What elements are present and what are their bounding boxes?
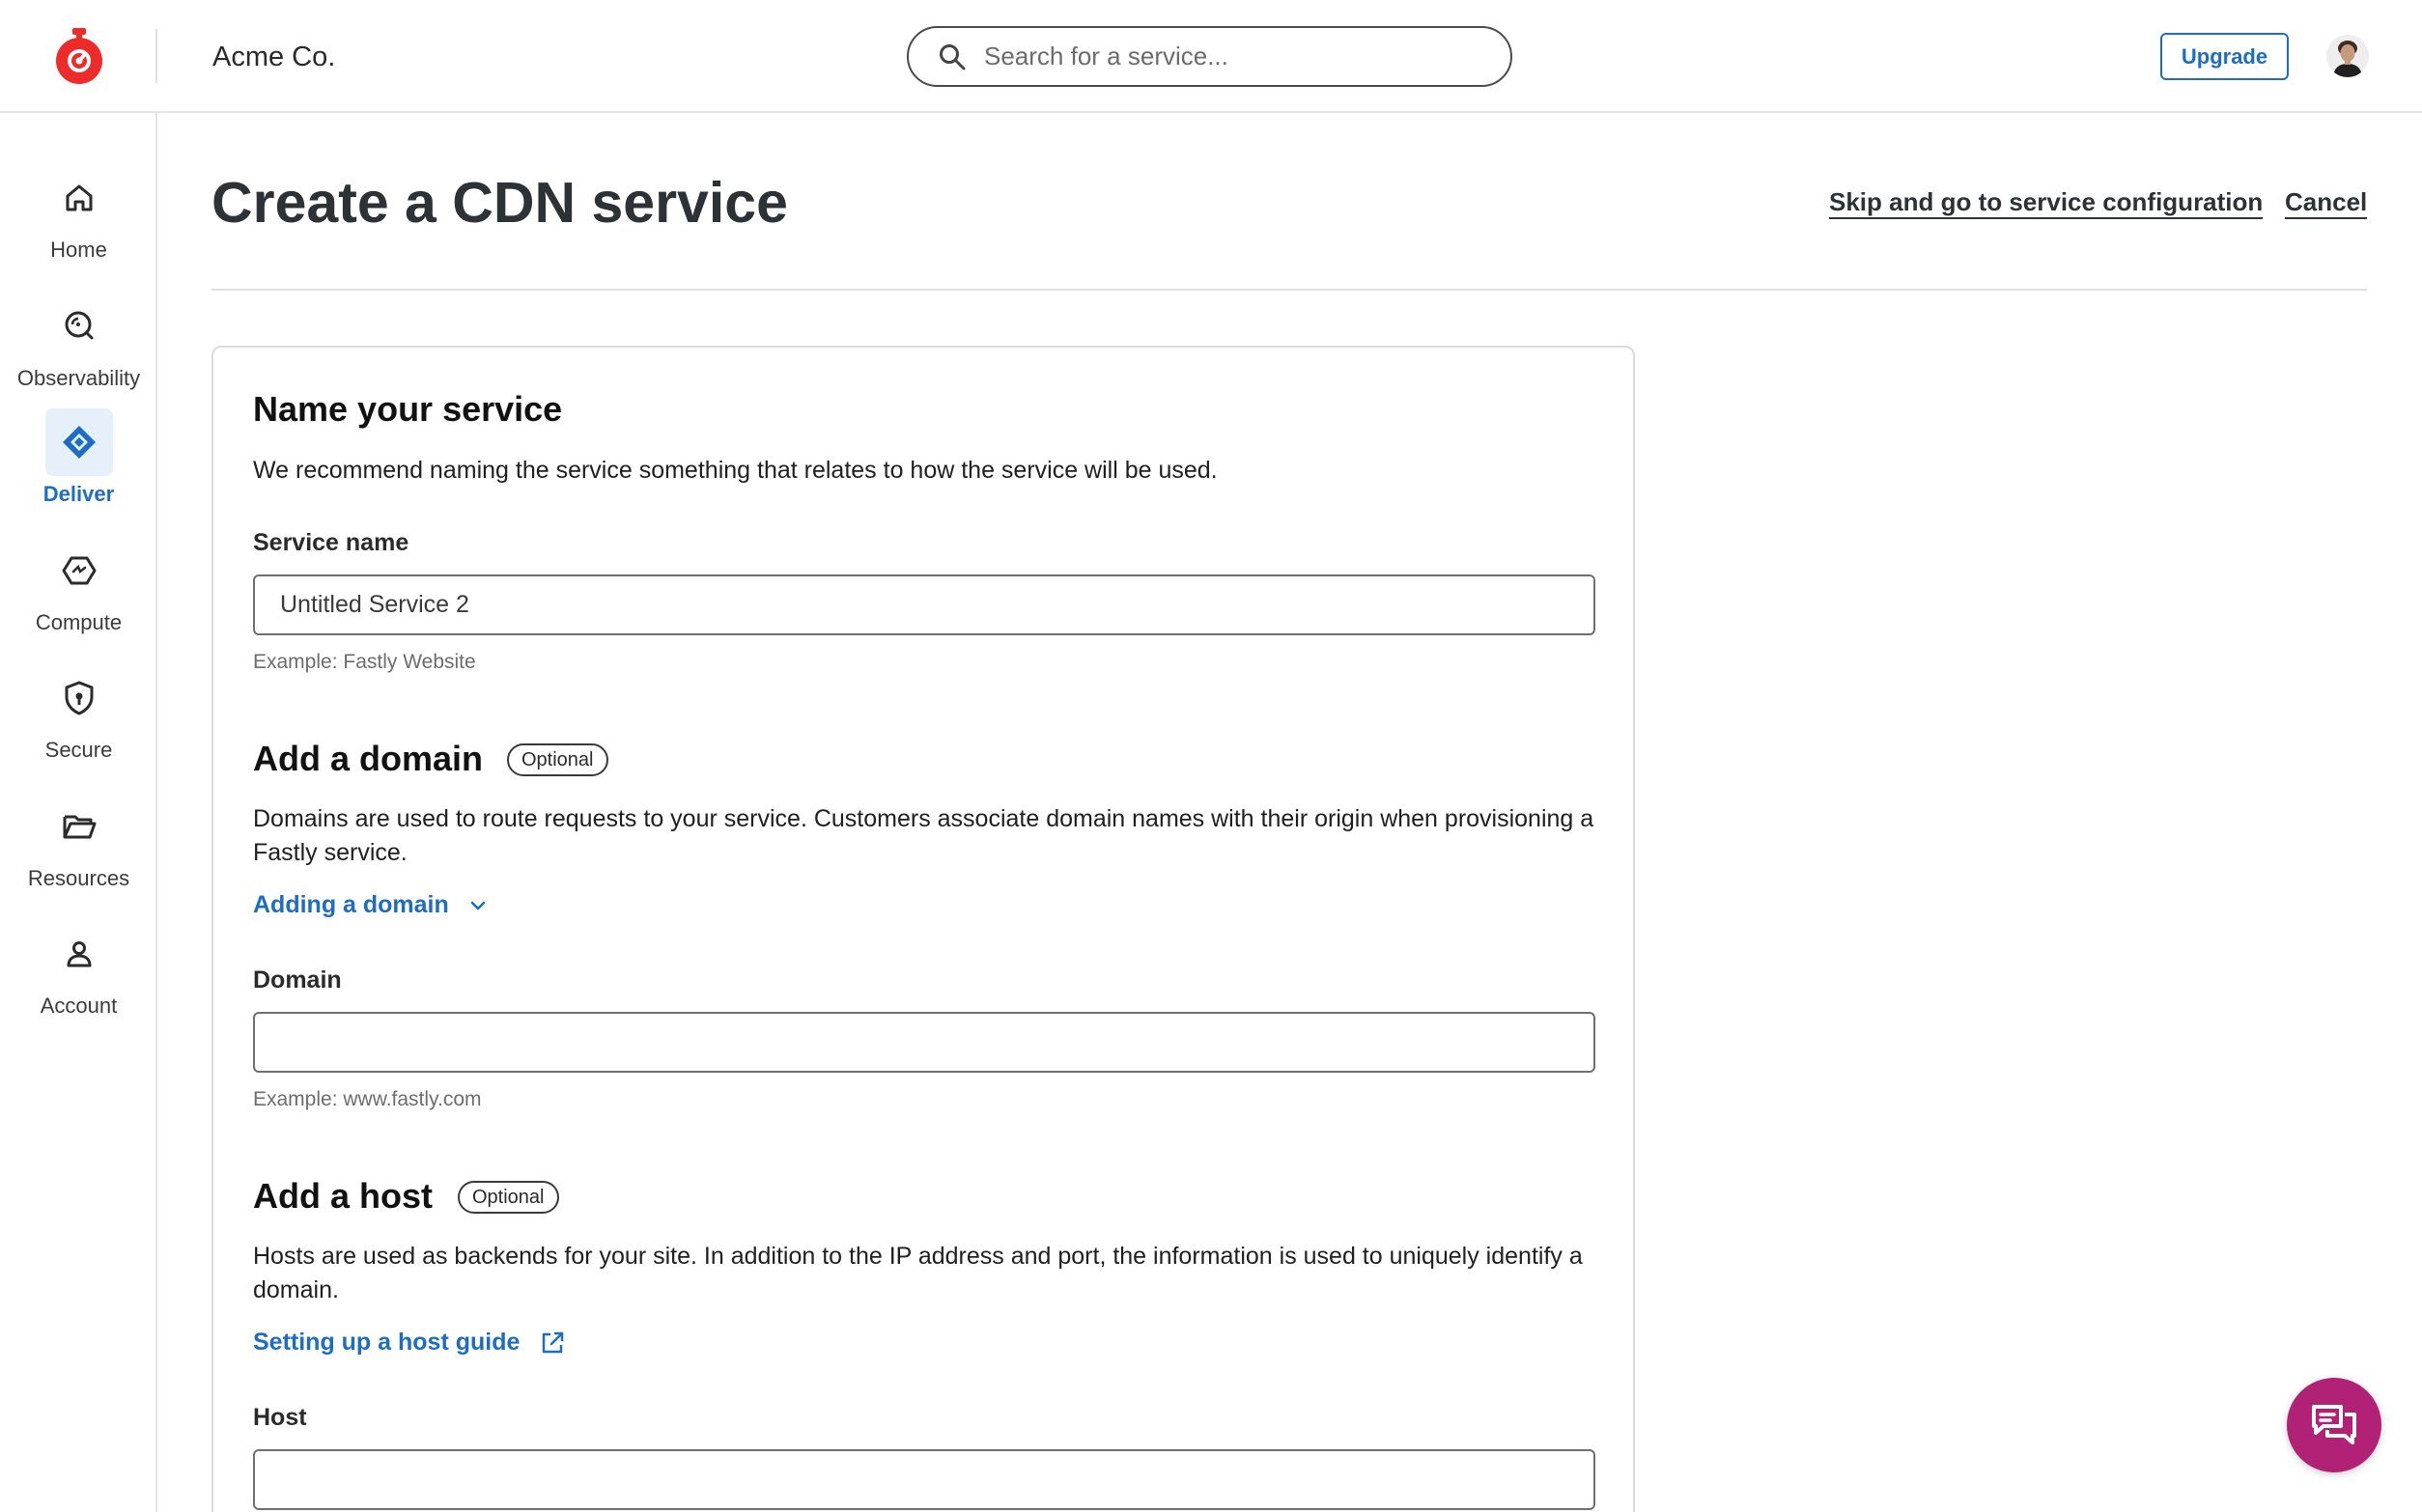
domain-hint: Example: www.fastly.com — [253, 1088, 482, 1110]
service-name-label: Service name — [253, 529, 409, 556]
chat-icon — [2312, 1405, 2356, 1444]
optional-badge: Optional — [458, 1181, 559, 1214]
sidebar-item-compute[interactable]: Compute — [0, 537, 157, 643]
sidebar-item-label: Account — [40, 994, 118, 1018]
host-guide-link[interactable]: Setting up a host guide — [253, 1329, 566, 1357]
domain-input[interactable] — [253, 1012, 1595, 1073]
fastly-logo-icon[interactable] — [52, 28, 106, 84]
sidebar-item-label: Home — [50, 238, 107, 262]
host-guide-label: Setting up a host guide — [253, 1329, 521, 1356]
observability-icon — [45, 293, 113, 360]
top-bar: Acme Co. Search for a service... Upgrade — [0, 0, 2422, 113]
topbar-divider — [155, 29, 157, 83]
sidebar-item-label: Secure — [44, 738, 113, 762]
deliver-icon — [44, 408, 113, 476]
host-input[interactable] — [253, 1449, 1595, 1510]
optional-badge: Optional — [507, 743, 608, 776]
sidebar-item-label: Observability — [16, 366, 141, 390]
sidebar-item-label: Resources — [27, 866, 130, 890]
user-avatar[interactable] — [2326, 35, 2369, 77]
sidebar-item-home[interactable]: Home — [0, 164, 157, 270]
domain-section-title: Add a domain — [253, 739, 484, 778]
domain-section-description: Domains are used to route requests to yo… — [253, 805, 1594, 866]
sidebar-item-account[interactable]: Account — [0, 920, 157, 1026]
sidebar-item-label: Compute — [35, 610, 123, 634]
sidebar-item-deliver[interactable]: Deliver — [0, 408, 157, 515]
name-section-title: Name your service — [253, 389, 563, 429]
sidebar-item-resources[interactable]: Resources — [0, 793, 157, 899]
folder-icon — [45, 793, 113, 860]
search-icon — [940, 43, 966, 70]
chat-support-button[interactable] — [2287, 1378, 2381, 1472]
chevron-down-icon — [470, 901, 486, 910]
host-section-description: Hosts are used as backends for your site… — [253, 1243, 1583, 1303]
upgrade-button[interactable]: Upgrade — [2160, 33, 2289, 80]
external-link-icon — [543, 1331, 564, 1353]
user-icon — [45, 920, 113, 988]
sidebar-item-label: Deliver — [42, 482, 115, 506]
sidebar-item-observability[interactable]: Observability — [0, 293, 157, 399]
sidebar-nav: Home Observability Deliver Compute Secur… — [0, 113, 157, 1512]
adding-domain-label: Adding a domain — [253, 891, 449, 918]
domain-label: Domain — [253, 966, 342, 994]
cancel-link[interactable]: Cancel — [2285, 186, 2368, 219]
compute-icon — [45, 537, 113, 604]
sidebar-item-secure[interactable]: Secure — [0, 664, 157, 770]
service-name-input[interactable] — [253, 574, 1595, 635]
host-label: Host — [253, 1404, 307, 1431]
search-input[interactable]: Search for a service... — [984, 42, 1228, 71]
org-switcher[interactable]: Acme Co. — [212, 39, 335, 75]
create-service-form-card: Name your service We recommend naming th… — [211, 346, 1635, 1512]
service-search[interactable]: Search for a service... — [907, 26, 1512, 87]
header-divider — [211, 289, 2367, 291]
host-section-title: Add a host — [253, 1176, 433, 1216]
shield-icon — [45, 664, 113, 732]
name-section-description: We recommend naming the service somethin… — [253, 457, 1218, 484]
adding-domain-toggle[interactable]: Adding a domain — [253, 891, 488, 919]
skip-to-configuration-link[interactable]: Skip and go to service configuration — [1829, 186, 2264, 219]
service-name-hint: Example: Fastly Website — [253, 651, 476, 673]
page-title: Create a CDN service — [211, 171, 788, 235]
home-icon — [45, 164, 113, 232]
